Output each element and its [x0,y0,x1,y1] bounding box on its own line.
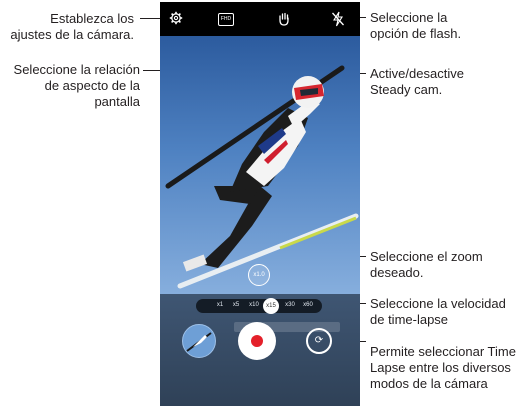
switch-camera-icon[interactable]: ⟳ [306,328,332,354]
speed-option[interactable]: x1 [212,302,228,308]
flash-annotation: Seleccione la opción de flash. [370,10,462,41]
speed-option[interactable]: x5 [228,302,244,308]
zoom-button[interactable]: x1.0 [248,264,270,286]
camera-screen: FHD x1.0 x1 x5 x10 x15 x30 x60 ⟳ [160,2,360,406]
aspect-ratio-annotation: Seleccione la relación de aspecto de la … [13,62,140,109]
speed-option-selected[interactable]: x15 [263,298,279,314]
viewfinder [160,36,360,294]
flash-off-icon[interactable] [330,11,346,27]
mode-annotation-prefix: Permite seleccionar [370,344,485,359]
speed-option[interactable]: x10 [246,302,262,308]
record-button[interactable] [238,322,276,360]
mode-annotation: Permite seleccionar Time Lapse entre los… [370,344,516,392]
speed-option[interactable]: x60 [300,302,316,308]
gallery-thumbnail[interactable] [182,324,216,358]
zoom-annotation: Seleccione el zoom deseado. [370,249,483,280]
steady-cam-icon[interactable] [276,11,292,27]
steady-cam-annotation: Active/desactive Steady cam. [370,66,464,97]
gear-icon[interactable] [168,11,184,27]
aspect-ratio-icon[interactable]: FHD [218,13,234,26]
record-dot [251,335,263,347]
settings-annotation: Establezca los ajustes de la cámara. [10,11,134,42]
speed-annotation: Seleccione la velocidad de time-lapse [370,296,506,327]
ski-jumper-image [165,65,359,289]
speed-option[interactable]: x30 [282,302,298,308]
